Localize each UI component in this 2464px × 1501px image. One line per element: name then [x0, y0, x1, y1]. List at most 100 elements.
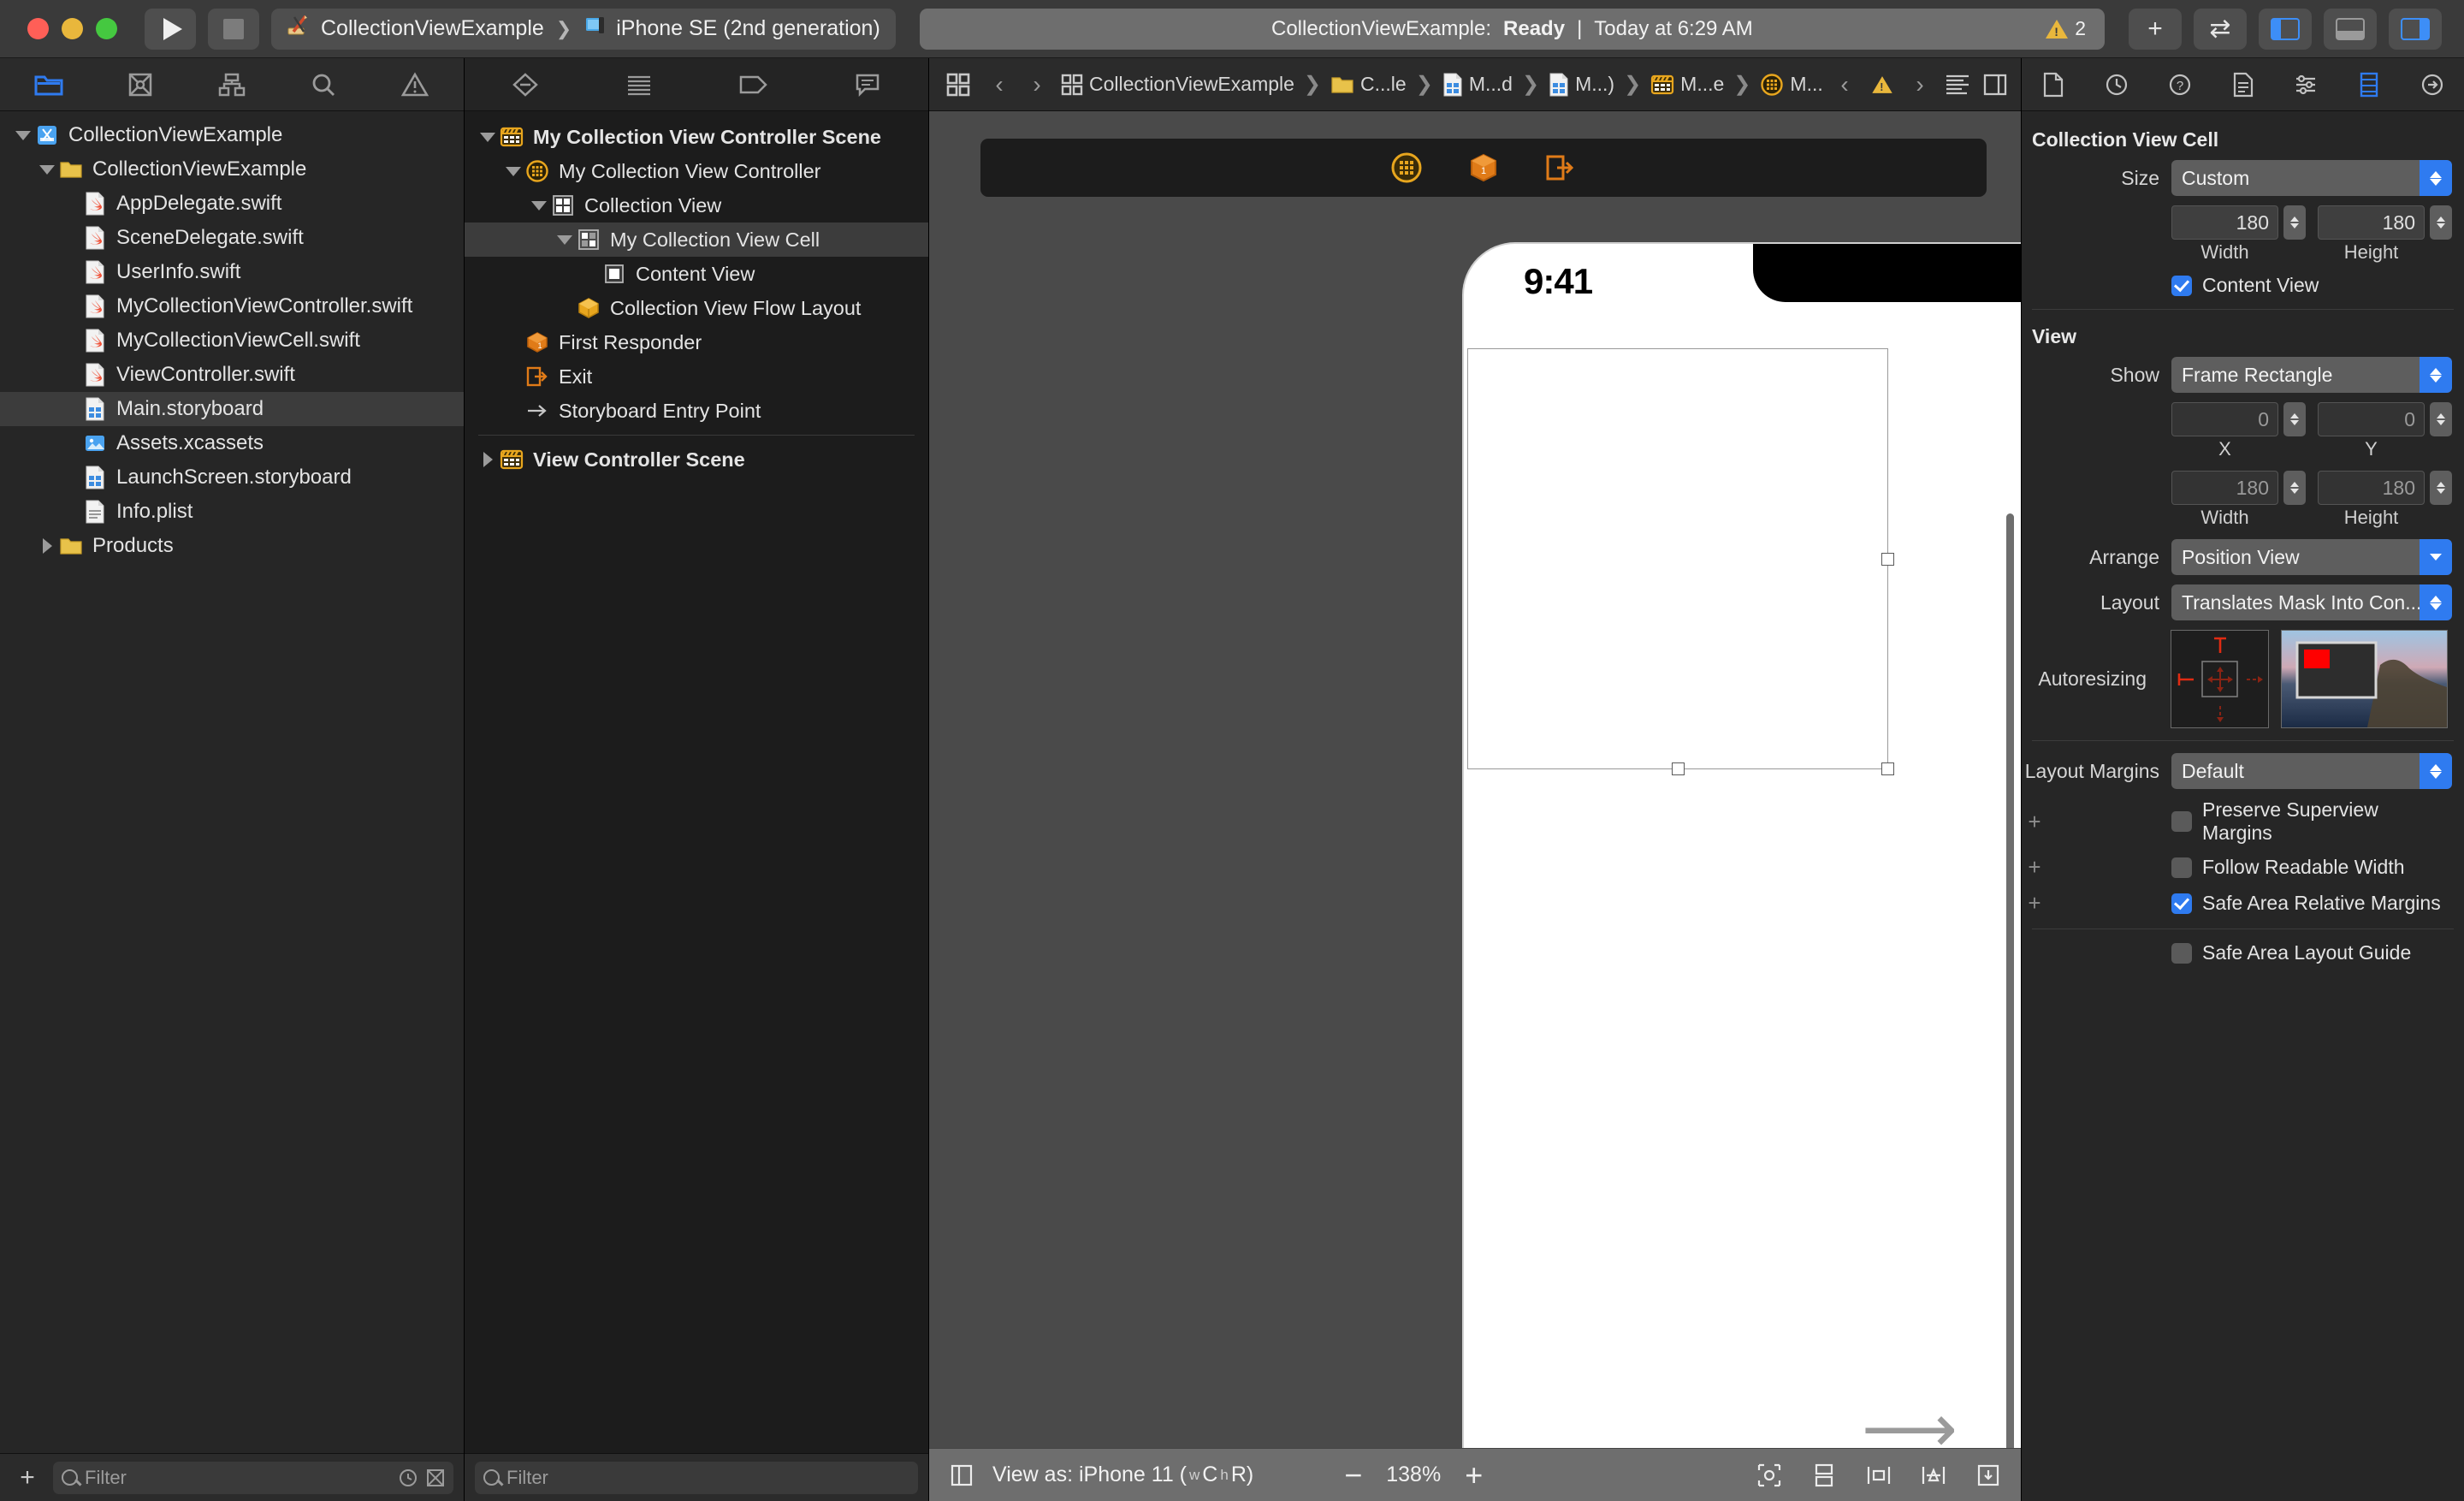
add-file-button[interactable]: + [10, 1461, 44, 1495]
autoresizing-control[interactable] [2171, 630, 2269, 728]
view-as-control[interactable]: View as: iPhone 11 ( w C h R) [992, 1462, 1253, 1487]
project-file-tree[interactable]: CollectionViewExample CollectionViewExamp… [0, 111, 464, 1453]
tab-project-navigator[interactable] [3, 58, 95, 111]
breadcrumb[interactable]: CollectionViewExample ❯ C...le ❯ M...d ❯ M...)… [1057, 71, 1824, 98]
tab-report-navigator[interactable] [583, 58, 697, 111]
breadcrumb-item[interactable]: M...d [1439, 71, 1516, 98]
navigator-item[interactable]: SceneDelegate.swift [0, 221, 464, 255]
twisty-down[interactable] [477, 132, 499, 142]
popup-stepper-icon[interactable] [2420, 753, 2452, 789]
navigator-item[interactable]: CollectionViewExample [0, 118, 464, 152]
prev-issue-button[interactable]: ‹ [1827, 66, 1862, 104]
content-view-checkbox[interactable] [2171, 275, 2192, 296]
source-control-filter-icon[interactable] [426, 1468, 445, 1487]
layout-margins-popup[interactable]: Default [2171, 753, 2452, 789]
zoom-out-button[interactable]: − [1344, 1459, 1362, 1491]
tab-find-navigator[interactable] [277, 58, 369, 111]
margin-checkbox[interactable] [2171, 811, 2192, 832]
outline-item[interactable]: View Controller Scene [465, 442, 928, 477]
outline-item[interactable]: Content View [465, 257, 928, 291]
cell-width-stepper[interactable] [2283, 205, 2306, 240]
navigator-item[interactable]: UserInfo.swift [0, 255, 464, 289]
tab-connections-inspector[interactable] [2401, 58, 2464, 111]
add-constraints-icon[interactable] [1916, 1458, 1951, 1492]
tab-help-inspector[interactable]: ? [2148, 58, 2212, 111]
zoom-in-button[interactable]: + [1465, 1459, 1483, 1491]
first-responder-icon[interactable]: 1 [1465, 149, 1502, 187]
navigator-item[interactable]: ViewController.swift [0, 358, 464, 392]
tab-tag-navigator[interactable] [696, 58, 811, 111]
outline-filter-input[interactable]: Filter [475, 1461, 918, 1494]
navigator-filter-input[interactable]: Filter [53, 1461, 453, 1494]
warning-indicator[interactable]: 2 [2046, 17, 2086, 40]
frame-x-stepper[interactable] [2283, 402, 2306, 436]
breadcrumb-item[interactable]: C...le [1327, 71, 1410, 98]
run-button[interactable] [145, 8, 196, 50]
add-variation-button[interactable]: + [2022, 890, 2047, 917]
interface-builder-canvas[interactable]: 1 9:41 ⟶ [929, 111, 2021, 1448]
popup-stepper-icon[interactable] [2420, 357, 2452, 393]
resize-handle-bottom[interactable] [1672, 762, 1685, 775]
twisty-down[interactable] [528, 200, 550, 211]
scene-outline-tree[interactable]: My Collection View Controller Scene My Co… [465, 111, 928, 1453]
navigator-item[interactable]: Products [0, 529, 464, 563]
selected-cell-frame[interactable] [1467, 348, 1894, 775]
toggle-navigator-button[interactable] [2259, 8, 2312, 50]
close-button[interactable] [27, 18, 49, 39]
tab-attributes-inspector[interactable] [2274, 58, 2337, 111]
twisty-right[interactable] [477, 452, 499, 467]
toggle-debug-area-button[interactable] [2324, 8, 2377, 50]
popup-stepper-icon[interactable] [2420, 160, 2452, 196]
navigator-item[interactable]: Main.storyboard [0, 392, 464, 426]
twisty-down[interactable] [502, 166, 524, 176]
popup-chevron-down-icon[interactable] [2420, 539, 2452, 575]
scheme-selector[interactable]: CollectionViewExample ❯ iPhone SE (2nd g… [271, 8, 896, 50]
toggle-document-outline-button[interactable] [945, 1458, 979, 1492]
stop-button[interactable] [208, 8, 259, 50]
forward-button[interactable]: › [1020, 66, 1054, 104]
outline-item[interactable]: Exit [465, 359, 928, 394]
toggle-inspector-button[interactable] [2389, 8, 2442, 50]
collection-view-controller-icon[interactable] [1388, 149, 1425, 187]
outline-item[interactable]: My Collection View Cell [465, 222, 928, 257]
tab-identity-inspector[interactable] [2212, 58, 2275, 111]
size-popup[interactable]: Custom [2171, 160, 2452, 196]
toggle-assistant-button[interactable] [1978, 66, 2012, 104]
embed-in-icon[interactable] [1807, 1458, 1841, 1492]
tab-file-inspector[interactable] [2022, 58, 2085, 111]
navigator-item[interactable]: CollectionViewExample [0, 152, 464, 187]
twisty-down[interactable] [36, 164, 58, 175]
navigator-item[interactable]: Info.plist [0, 495, 464, 529]
navigator-item[interactable]: LaunchScreen.storyboard [0, 460, 464, 495]
cell-height-stepper[interactable] [2430, 205, 2452, 240]
outline-item[interactable]: 1 First Responder [465, 325, 928, 359]
tab-comment-navigator[interactable] [811, 58, 926, 111]
show-popup[interactable]: Frame Rectangle [2171, 357, 2452, 393]
layout-popup[interactable]: Translates Mask Into Con... [2171, 584, 2452, 620]
recent-icon[interactable] [399, 1468, 418, 1487]
frame-width-input[interactable]: 180 [2171, 471, 2278, 505]
tab-breakpoint-navigator[interactable] [468, 58, 583, 111]
minimize-button[interactable] [62, 18, 83, 39]
navigator-item[interactable]: Assets.xcassets [0, 426, 464, 460]
twisty-down[interactable] [12, 130, 34, 140]
navigator-item[interactable]: MyCollectionViewController.swift [0, 289, 464, 323]
frame-y-input[interactable]: 0 [2318, 402, 2425, 436]
add-variation-button[interactable]: + [2022, 809, 2047, 835]
device-preview[interactable]: 9:41 [1464, 244, 2021, 1448]
align-icon[interactable] [1862, 1458, 1896, 1492]
outline-item[interactable]: Collection View Flow Layout [465, 291, 928, 325]
twisty-down[interactable] [554, 234, 576, 245]
breadcrumb-item[interactable]: CollectionViewExample [1057, 71, 1298, 98]
margin-checkbox[interactable] [2171, 942, 2192, 964]
editor-options-button[interactable]: ⇄ [2194, 8, 2247, 50]
tab-source-control-navigator[interactable] [95, 58, 187, 111]
status-bar[interactable]: CollectionViewExample: Ready | Today at … [919, 8, 2105, 50]
breadcrumb-item[interactable]: M...r [1756, 71, 1824, 98]
popup-stepper-icon[interactable] [2420, 584, 2452, 620]
canvas-vertical-scrollbar[interactable] [2006, 513, 2014, 1448]
twisty-right[interactable] [36, 538, 58, 554]
issue-warning-icon[interactable] [1865, 66, 1899, 104]
breadcrumb-item[interactable]: M...e [1647, 71, 1727, 98]
frame-height-stepper[interactable] [2430, 471, 2452, 505]
